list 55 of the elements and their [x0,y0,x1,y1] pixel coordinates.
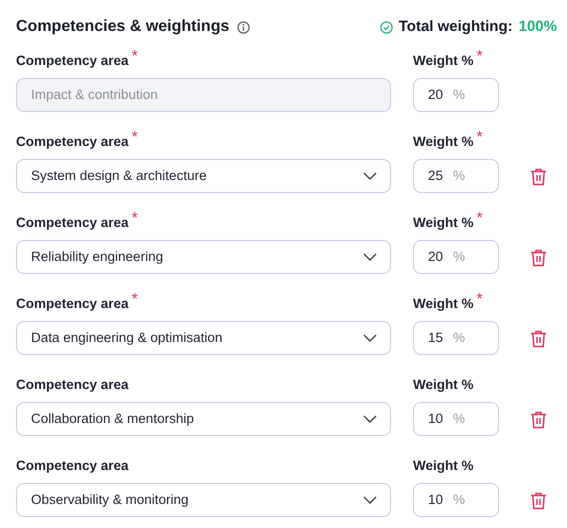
trash-icon [530,168,546,186]
section-title: Competencies & weightings [16,17,230,37]
chevron-down-icon [363,334,377,342]
required-asterisk: * [132,292,138,308]
required-asterisk: * [476,49,483,65]
total-value: 100% [518,16,557,37]
percent-unit: % [453,490,466,509]
chevron-down-icon [363,253,377,261]
trash-icon [530,249,546,267]
field-label: Weight % [413,52,474,70]
competency-dropdown[interactable]: Collaboration & mentorship [16,402,391,436]
percent-unit: % [453,410,466,428]
chevron-down-icon [363,496,377,504]
field-label: Weight % [413,214,474,232]
field-label: Competency area [16,52,129,70]
percent-unit: % [453,166,466,185]
field-label: Competency area [16,294,129,313]
total-label: Total weighting: [398,16,513,37]
chevron-down-icon [363,172,377,180]
competency-dropdown[interactable]: Data engineering & optimisation [16,321,391,355]
percent-unit: % [453,328,466,347]
field-label: Weight % [413,376,474,394]
competency-dropdown[interactable]: Reliability engineering [16,240,391,274]
percent-unit: % [453,248,466,266]
delete-button[interactable] [528,248,548,268]
field-label: Competency area [16,214,129,232]
field-label: Competency area [16,376,129,394]
required-asterisk: * [476,130,483,146]
field-label: Weight % [413,294,474,313]
weight-field[interactable]: 20 % [413,240,499,274]
delete-button[interactable] [528,410,548,430]
weight-field[interactable]: 10 % [413,402,499,436]
required-asterisk: * [476,211,483,227]
delete-button[interactable] [528,167,548,187]
trash-icon [530,492,546,510]
field-label: Weight % [413,132,474,151]
field-label: Competency area [16,456,129,475]
info-icon [237,20,250,34]
required-asterisk: * [132,211,138,227]
field-label: Competency area [16,132,129,151]
trash-icon [530,330,546,348]
competency-dropdown[interactable]: Observability & monitoring [16,483,391,517]
field-label: Weight % [413,456,474,475]
weight-field[interactable]: 15 % [413,321,499,355]
required-asterisk: * [132,130,138,146]
competency-dropdown[interactable]: System design & architecture [16,159,391,193]
weight-field[interactable]: 25 % [413,159,499,193]
weight-field[interactable]: 10 % [413,483,499,517]
trash-icon [530,411,546,429]
delete-button[interactable] [528,329,548,349]
percent-unit: % [453,86,466,104]
required-asterisk: * [132,49,138,65]
required-asterisk: * [476,292,483,308]
chevron-down-icon [363,415,377,423]
delete-button[interactable] [528,491,548,511]
